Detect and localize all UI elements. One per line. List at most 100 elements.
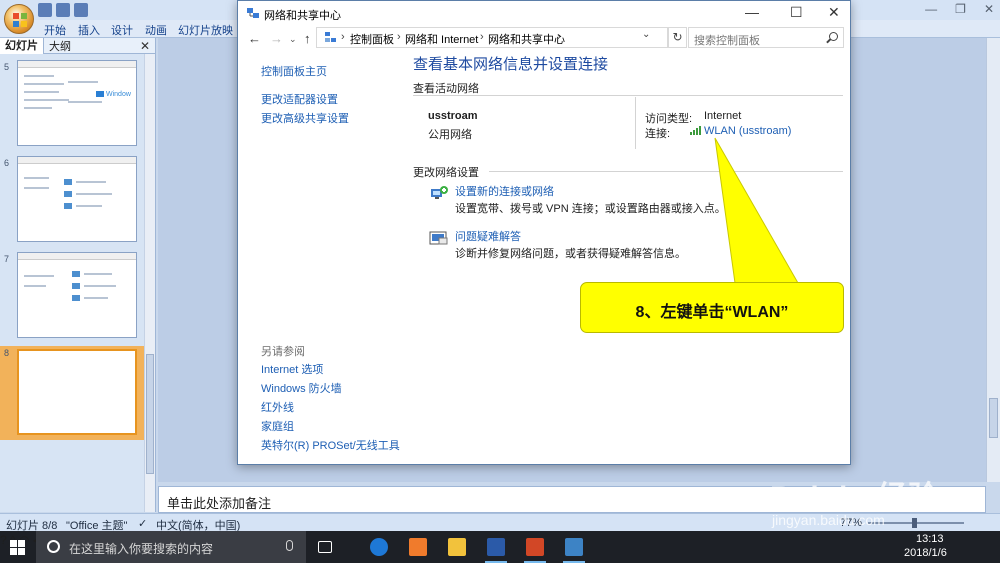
slide-number: 6 xyxy=(4,158,10,168)
slide-preview: Window xyxy=(17,60,137,146)
save-icon[interactable] xyxy=(38,3,52,17)
setup-connection-desc: 设置宽带、拨号或 VPN 连接；或设置路由器或接入点。 xyxy=(455,203,726,215)
window-title: 网络和共享中心 xyxy=(264,10,341,22)
troubleshoot-desc: 诊断并修复网络问题，或者获得疑难解答信息。 xyxy=(455,248,686,260)
file-explorer-icon[interactable] xyxy=(444,535,470,559)
slide-thumbnail[interactable]: 6 xyxy=(0,156,146,244)
undo-icon[interactable] xyxy=(56,3,70,17)
connection-label: 连接: xyxy=(645,128,671,140)
control-panel-icon xyxy=(325,32,336,42)
notes-pane[interactable]: 单击此处添加备注 xyxy=(158,486,986,513)
minimize-icon[interactable]: — xyxy=(745,4,759,20)
slide-thumb-label: Window xyxy=(106,91,131,98)
tab-insert[interactable]: 插入 xyxy=(78,22,100,38)
search-input[interactable]: 搜索控制面板 xyxy=(688,27,844,48)
breadcrumb-separator: › xyxy=(480,31,484,43)
zoom-slider[interactable] xyxy=(868,518,964,528)
access-type-value: Internet xyxy=(704,110,742,122)
active-networks-heading: 查看活动网络 xyxy=(413,83,479,95)
back-arrow-icon[interactable]: ← xyxy=(248,31,261,46)
see-also-internet-options[interactable]: Internet 选项 xyxy=(261,361,323,377)
slide-thumbnail[interactable]: 5 Window xyxy=(0,60,146,148)
powerpoint-window-controls: — ❐ ✕ xyxy=(925,2,994,16)
status-bar: 幻灯片 8/8 "Office 主题" ✓ 中文(简体，中国) 77% xyxy=(0,513,1000,532)
tab-slides[interactable]: 幻灯片 xyxy=(0,37,44,54)
divider xyxy=(635,97,636,149)
see-also-firewall[interactable]: Windows 防火墙 xyxy=(261,380,342,396)
notes-placeholder: 单击此处添加备注 xyxy=(167,496,272,511)
tab-slideshow[interactable]: 幻灯片放映 xyxy=(178,22,233,38)
breadcrumb[interactable]: › 控制面板 › 网络和 Internet › 网络和共享中心 › xyxy=(316,27,668,48)
clock-time[interactable]: 13:13 xyxy=(916,533,944,545)
app-icon[interactable] xyxy=(405,535,431,559)
up-arrow-icon[interactable]: ↑ xyxy=(304,31,311,46)
office-button[interactable] xyxy=(4,4,34,34)
minimize-icon[interactable]: — xyxy=(925,2,937,16)
zoom-level[interactable]: 77% xyxy=(840,517,862,529)
setup-connection-link[interactable]: 设置新的连接或网络 xyxy=(455,183,554,199)
nav-change-adapter-settings[interactable]: 更改适配器设置 xyxy=(261,91,338,107)
cortana-icon xyxy=(47,540,60,553)
redo-icon[interactable] xyxy=(74,3,88,17)
see-also-homegroup[interactable]: 家庭组 xyxy=(261,418,294,434)
restore-icon[interactable]: ❐ xyxy=(955,2,966,16)
see-also-infrared[interactable]: 红外线 xyxy=(261,399,294,415)
page-title: 查看基本网络信息并设置连接 xyxy=(413,56,609,73)
troubleshoot-link[interactable]: 问题疑难解答 xyxy=(455,228,521,244)
tab-animation[interactable]: 动画 xyxy=(145,22,167,38)
window-title-bar: 网络和共享中心 — ☐ ✕ xyxy=(238,1,850,26)
office-logo-icon xyxy=(13,13,27,27)
microphone-icon[interactable] xyxy=(286,540,293,551)
network-type-link[interactable]: 公用网络 xyxy=(428,126,472,142)
slides-pane: 幻灯片 大纲 ✕ 5 Window 6 7 8 xyxy=(0,37,156,512)
slide-preview xyxy=(17,252,137,338)
tab-design[interactable]: 设计 xyxy=(111,22,133,38)
spellcheck-icon[interactable]: ✓ xyxy=(138,517,147,530)
maximize-icon[interactable]: ☐ xyxy=(790,4,803,21)
close-icon[interactable]: ✕ xyxy=(984,2,994,16)
help-icon[interactable]: ? xyxy=(0,533,7,547)
powerpoint-icon[interactable] xyxy=(522,535,548,563)
windows-taskbar: 在这里输入你要搜索的内容 ? ^ ◠ ◀ 英 13:13 2018/1/6 ▭ … xyxy=(0,531,1000,563)
task-view-icon[interactable] xyxy=(312,535,338,559)
address-dropdown-icon[interactable]: ⌄ xyxy=(642,29,650,40)
taskbar-search-box[interactable]: 在这里输入你要搜索的内容 xyxy=(36,531,306,563)
slide-preview xyxy=(17,156,137,242)
word-icon[interactable] xyxy=(483,535,509,563)
taskbar-search-placeholder: 在这里输入你要搜索的内容 xyxy=(69,542,214,556)
tab-outline[interactable]: 大纲 xyxy=(44,38,76,54)
breadcrumb-separator: › xyxy=(341,31,345,43)
slide-thumbnail-selected[interactable]: 8 xyxy=(0,346,146,440)
slide-thumbnail[interactable]: 7 xyxy=(0,252,146,340)
nav-advanced-sharing-settings[interactable]: 更改高级共享设置 xyxy=(261,110,349,126)
instruction-callout: 8、左键单击“WLAN” xyxy=(580,282,844,333)
clock-date[interactable]: 2018/1/6 xyxy=(904,547,947,559)
wifi-signal-icon xyxy=(690,126,701,135)
access-type-label: 访问类型: xyxy=(645,113,693,125)
troubleshoot-icon xyxy=(429,231,448,245)
refresh-icon[interactable]: ↻ xyxy=(668,27,687,48)
divider xyxy=(489,171,843,172)
slide-number: 7 xyxy=(4,254,10,264)
breadcrumb-network-center[interactable]: 网络和共享中心 xyxy=(488,31,565,47)
breadcrumb-control-panel[interactable]: 控制面板 xyxy=(350,31,394,47)
tab-home[interactable]: 开始 xyxy=(44,22,66,38)
editor-scrollbar[interactable] xyxy=(986,38,1000,482)
edge-icon[interactable] xyxy=(366,535,392,559)
address-bar: ← → ⌄ ↑ › 控制面板 › 网络和 Internet › 网络和共享中心 … xyxy=(238,26,850,50)
change-settings-heading: 更改网络设置 xyxy=(413,167,479,179)
see-also-intel-proset[interactable]: 英特尔(R) PROSet/无线工具 xyxy=(261,437,400,453)
breadcrumb-separator: › xyxy=(397,31,401,43)
breadcrumb-network-internet[interactable]: 网络和 Internet xyxy=(405,31,478,47)
slides-scrollbar[interactable] xyxy=(144,54,155,512)
nav-control-panel-home[interactable]: 控制面板主页 xyxy=(261,63,327,79)
windows-start-icon[interactable] xyxy=(10,540,25,555)
wlan-connection-link[interactable]: WLAN (usstroam) xyxy=(704,125,791,137)
recent-dropdown-icon[interactable]: ⌄ xyxy=(289,34,297,45)
close-icon[interactable]: ✕ xyxy=(828,4,840,21)
slide-number: 8 xyxy=(4,348,10,358)
forward-arrow-icon[interactable]: → xyxy=(270,31,283,46)
control-panel-icon[interactable] xyxy=(561,535,587,563)
network-sharing-window: 网络和共享中心 — ☐ ✕ ← → ⌄ ↑ › 控制面板 › 网络和 Inter… xyxy=(237,0,851,465)
close-pane-icon[interactable]: ✕ xyxy=(140,39,150,53)
